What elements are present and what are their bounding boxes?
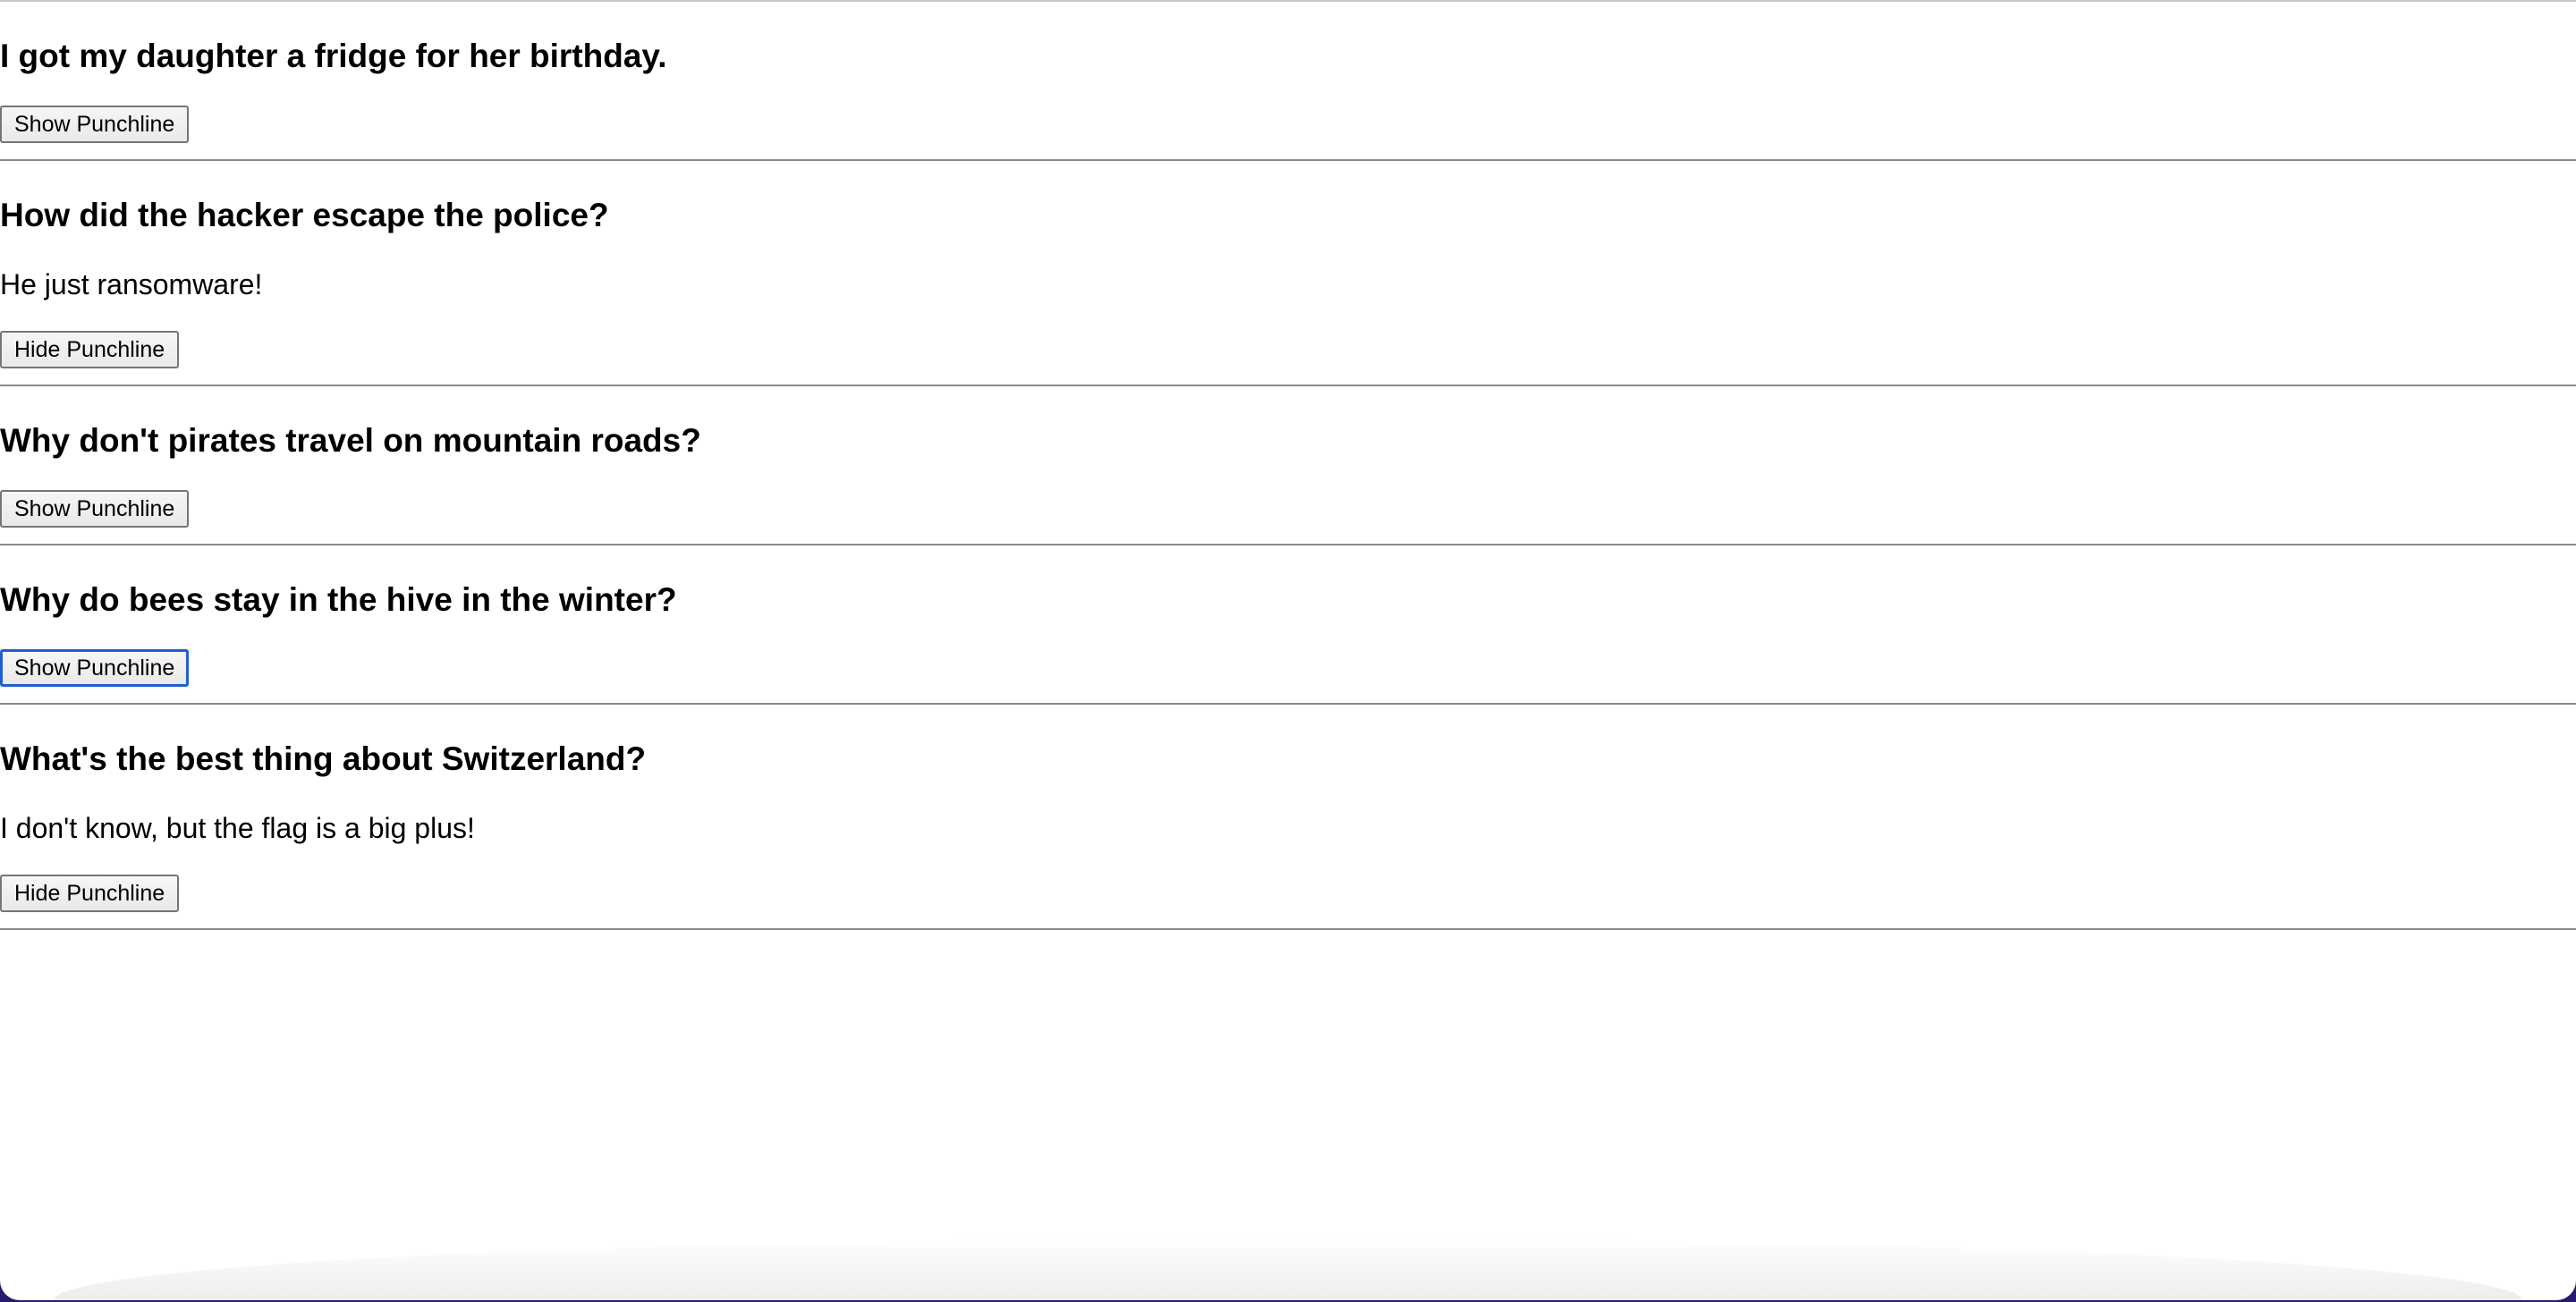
hide-punchline-button[interactable]: Hide Punchline	[0, 875, 180, 912]
joke-item: Why do bees stay in the hive in the wint…	[0, 545, 2576, 705]
hide-punchline-button[interactable]: Hide Punchline	[0, 331, 180, 368]
joke-punchline: He just ransomware!	[0, 268, 263, 300]
joke-item: Why don't pirates travel on mountain roa…	[0, 386, 2576, 545]
joke-setup: How did the hacker escape the police?	[0, 197, 609, 233]
show-punchline-button[interactable]: Show Punchline	[0, 649, 190, 687]
window-bottom-shadow	[54, 1238, 2522, 1300]
joke-item: I got my daughter a fridge for her birth…	[0, 2, 2576, 161]
joke-setup: I got my daughter a fridge for her birth…	[0, 38, 667, 74]
joke-item: How did the hacker escape the police? He…	[0, 161, 2576, 386]
joke-setup: Why don't pirates travel on mountain roa…	[0, 422, 701, 459]
joke-setup: What's the best thing about Switzerland?	[0, 740, 647, 777]
joke-item: What's the best thing about Switzerland?…	[0, 705, 2576, 930]
joke-punchline: I don't know, but the flag is a big plus…	[0, 812, 475, 844]
show-punchline-button[interactable]: Show Punchline	[0, 106, 190, 143]
joke-divider	[0, 928, 2576, 930]
joke-setup: Why do bees stay in the hive in the wint…	[0, 581, 677, 618]
browser-content-area: I got my daughter a fridge for her birth…	[0, 0, 2576, 1300]
show-punchline-button[interactable]: Show Punchline	[0, 490, 190, 528]
